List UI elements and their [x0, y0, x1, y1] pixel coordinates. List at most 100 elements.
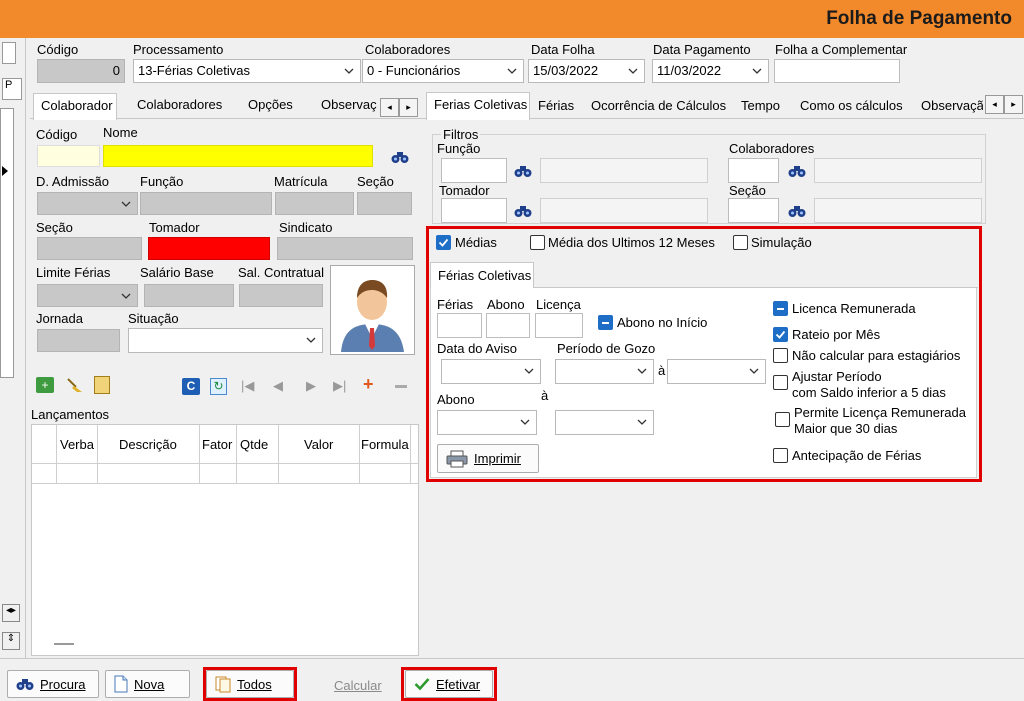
rateio-checkbox[interactable] [773, 327, 788, 342]
lancamentos-grid[interactable]: Verba Descrição Fator Qtde Valor Formula [31, 424, 419, 656]
plus-icon[interactable]: + [363, 374, 374, 395]
col-valor[interactable]: Valor [304, 437, 333, 452]
next-record-icon[interactable]: ▶ [306, 378, 316, 394]
limite-ferias-picker[interactable] [37, 284, 138, 307]
filtro-secao-field[interactable] [728, 198, 779, 223]
clipboard-icon[interactable] [94, 376, 110, 394]
periodo-gozo-fim-picker[interactable] [667, 359, 766, 384]
tab-ferias-coletivas[interactable]: Ferias Coletivas [426, 92, 530, 120]
abono-fim-picker[interactable] [555, 410, 654, 435]
procura-button[interactable]: Procura [7, 670, 99, 698]
filtro-funcao-field[interactable] [441, 158, 507, 183]
nao-calcular-checkbox[interactable] [773, 348, 788, 363]
colaboradores-select[interactable]: 0 - Funcionários [362, 59, 524, 83]
data-folha-picker[interactable]: 15/03/2022 [528, 59, 645, 83]
tab-observacoes[interactable]: Observaç [321, 97, 377, 112]
calcular-button[interactable]: Calcular [334, 678, 382, 693]
colab-nome-field[interactable] [103, 145, 373, 167]
imprimir-button[interactable]: Imprimir [437, 444, 539, 473]
col-formula[interactable]: Formula [361, 437, 409, 452]
periodo-gozo-inicio-picker[interactable] [555, 359, 654, 384]
abono-field[interactable] [486, 313, 530, 338]
col-fator[interactable]: Fator [202, 437, 232, 452]
abono-inicio-picker[interactable] [437, 410, 537, 435]
broom-icon[interactable] [66, 377, 84, 393]
binoculars-icon[interactable] [788, 164, 806, 178]
ajustar-label-1: Ajustar Período [792, 369, 882, 384]
filtro-colaboradores-field[interactable] [728, 158, 779, 183]
ajustar-periodo-checkbox[interactable] [773, 375, 788, 390]
rateio-label: Rateio por Mês [792, 327, 881, 342]
sal-contratual-field[interactable] [239, 284, 323, 307]
first-record-icon[interactable]: |◀ [241, 378, 254, 394]
sindicato-field[interactable] [277, 237, 413, 260]
strip-tab-2[interactable]: P [2, 78, 22, 100]
data-aviso-picker[interactable] [441, 359, 541, 384]
refresh-icon[interactable]: ↻ [210, 378, 227, 395]
tab-scroll-left-icon[interactable]: ◂ [380, 98, 399, 117]
media12-checkbox[interactable] [530, 235, 545, 250]
codigo-value: 0 [112, 63, 120, 78]
binoculars-icon[interactable] [788, 204, 806, 218]
situacao-label: Situação [128, 311, 179, 326]
tomador-field[interactable] [148, 237, 270, 260]
licenca-field[interactable] [535, 313, 583, 338]
tab-tempo[interactable]: Tempo [741, 98, 780, 113]
situacao-select[interactable] [128, 328, 323, 353]
tab-opcoes[interactable]: Opções [248, 97, 293, 112]
media12-label: Média dos Ultimos 12 Meses [548, 235, 715, 250]
permite-licenca-checkbox[interactable] [775, 412, 790, 427]
jornada-field[interactable] [37, 329, 120, 352]
matricula-field[interactable] [275, 192, 354, 215]
admissao-picker[interactable] [37, 192, 138, 215]
last-record-icon[interactable]: ▶| [333, 378, 346, 394]
folha-complementar-field[interactable] [774, 59, 900, 83]
tab-como-calculos[interactable]: Como os cálculos [800, 98, 903, 113]
antecipacao-checkbox[interactable] [773, 448, 788, 463]
processamento-value: 13-Férias Coletivas [138, 63, 250, 78]
col-qtde[interactable]: Qtde [240, 437, 268, 452]
matricula-label: Matrícula [274, 174, 328, 189]
splitter-icon[interactable]: ◂▸ [2, 604, 20, 622]
tab-colaboradores[interactable]: Colaboradores [137, 97, 222, 112]
chevron-down-icon [344, 68, 354, 74]
right-tab-scroll-left-icon[interactable]: ◂ [985, 95, 1004, 114]
tab-ocorrencia-calculos[interactable]: Ocorrência de Cálculos [591, 98, 726, 113]
add-row-icon[interactable]: + [36, 377, 54, 393]
prev-record-icon[interactable]: ◀ [273, 378, 283, 394]
abono-inicio-checkbox[interactable] [598, 315, 613, 330]
ferias-field[interactable] [437, 313, 482, 338]
minus-icon[interactable] [395, 385, 407, 388]
data-pagamento-picker[interactable]: 11/03/2022 [652, 59, 769, 83]
salario-base-field[interactable] [144, 284, 234, 307]
tab-ferias-coletivas-inner[interactable]: Férias Coletivas [430, 262, 534, 289]
strip-tab[interactable] [2, 42, 16, 64]
tab-observacoes-right[interactable]: Observaçã [921, 98, 983, 113]
binoculars-icon[interactable] [514, 164, 532, 178]
secao-field[interactable] [357, 192, 412, 215]
codigo-label: Código [37, 42, 79, 57]
tab-colaborador[interactable]: Colaborador [33, 93, 117, 120]
resize-icon[interactable]: ⇕ [2, 632, 20, 650]
colab-codigo-field[interactable] [37, 145, 100, 167]
processamento-select[interactable]: 13-Férias Coletivas [133, 59, 361, 83]
right-tab-scroll-right-icon[interactable]: ▸ [1004, 95, 1023, 114]
col-descricao[interactable]: Descrição [119, 437, 177, 452]
licenca-remunerada-label: Licenca Remunerada [792, 301, 916, 316]
avatar[interactable] [330, 265, 415, 355]
codigo-field[interactable]: 0 [37, 59, 125, 83]
col-verba[interactable]: Verba [60, 437, 94, 452]
filtro-tomador-field[interactable] [441, 198, 507, 223]
licenca-remunerada-checkbox[interactable] [773, 301, 788, 316]
tab-scroll-right-icon[interactable]: ▸ [399, 98, 418, 117]
binoculars-icon[interactable] [391, 150, 409, 164]
copy-c-icon[interactable]: C [182, 378, 200, 395]
binoculars-icon[interactable] [514, 204, 532, 218]
simulacao-checkbox[interactable] [733, 235, 748, 250]
medias-checkbox[interactable] [436, 235, 451, 250]
nova-button[interactable]: Nova [105, 670, 190, 698]
tab-ferias[interactable]: Férias [538, 98, 574, 113]
chevron-down-icon [749, 368, 759, 374]
secao2-field[interactable] [37, 237, 142, 260]
funcao-field[interactable] [140, 192, 272, 215]
